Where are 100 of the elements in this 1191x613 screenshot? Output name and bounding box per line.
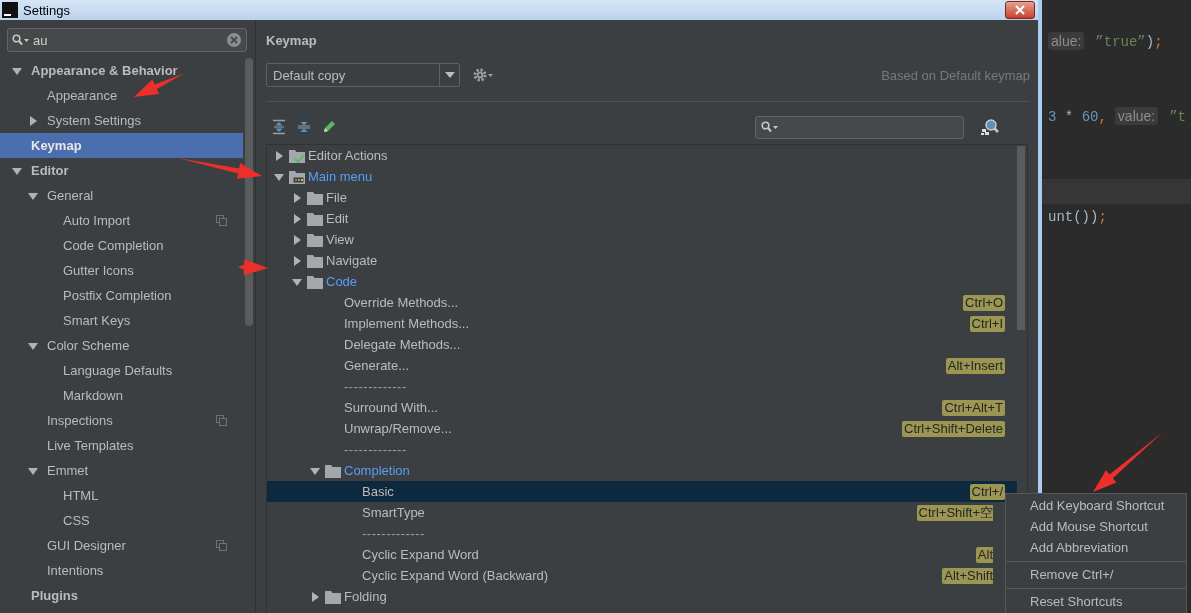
- sidebar-item[interactable]: Smart Keys: [0, 308, 243, 333]
- expanded-arrow-icon[interactable]: [28, 190, 38, 201]
- close-button[interactable]: [1005, 1, 1035, 19]
- keymap-tree-row[interactable]: Implement Methods... Ctrl+I: [267, 313, 1017, 334]
- keymap-tree-row[interactable]: Override Methods... Ctrl+O: [267, 292, 1017, 313]
- sidebar-item[interactable]: Code Completion: [0, 233, 243, 258]
- sidebar-item[interactable]: Live Templates: [0, 433, 243, 458]
- action-label: Override Methods...: [344, 295, 460, 310]
- action-label: Editor Actions: [308, 148, 389, 163]
- folder-icon: [325, 589, 341, 604]
- action-label: Main menu: [308, 169, 374, 184]
- sidebar-item[interactable]: Keymap: [0, 133, 243, 158]
- shortcut-badge: Alt+Shift: [942, 567, 993, 584]
- based-on-text: Based on Default keymap: [881, 67, 1030, 83]
- collapsed-arrow-icon[interactable]: [292, 234, 302, 245]
- sidebar-label: Gutter Icons: [63, 263, 134, 278]
- keymap-tree-row[interactable]: View: [267, 229, 1017, 250]
- keymap-tree-row[interactable]: -------------: [267, 439, 1017, 460]
- sidebar-item[interactable]: Appearance & Behavior: [0, 58, 243, 83]
- sidebar-item[interactable]: Editor: [0, 158, 243, 183]
- keymap-tree-row[interactable]: File: [267, 187, 1017, 208]
- sidebar-item[interactable]: Postfix Completion: [0, 283, 243, 308]
- action-label: File: [326, 190, 348, 205]
- action-label: Completion: [344, 463, 411, 478]
- sidebar-item[interactable]: CSS: [0, 508, 243, 533]
- expanded-arrow-icon[interactable]: [292, 276, 302, 287]
- keymap-tree-row[interactable]: Navigate: [267, 250, 1017, 271]
- menu-folder-icon: [289, 169, 305, 184]
- keymap-tree-row[interactable]: Unwrap/Remove... Ctrl+Shift+Delete: [267, 418, 1017, 439]
- keymap-tree-row[interactable]: Generate... Alt+Insert: [267, 355, 1017, 376]
- keymap-tree-row[interactable]: Editor Actions: [267, 145, 1017, 166]
- sidebar-label: GUI Designer: [47, 538, 126, 553]
- sidebar-item[interactable]: System Settings: [0, 108, 243, 133]
- expanded-arrow-icon[interactable]: [28, 465, 38, 476]
- keymap-tree-row[interactable]: Basic Ctrl+/: [267, 481, 1017, 502]
- code-line: alue: ”true”);: [1042, 33, 1163, 50]
- sidebar-item[interactable]: Markdown: [0, 383, 243, 408]
- search-field[interactable]: au: [7, 28, 247, 52]
- settings-icon[interactable]: [472, 67, 494, 83]
- expanded-arrow-icon[interactable]: [274, 171, 284, 182]
- sidebar-item[interactable]: Appearance: [0, 83, 243, 108]
- folder-icon: [307, 232, 323, 247]
- keymap-tree-row[interactable]: Surround With... Ctrl+Alt+T: [267, 397, 1017, 418]
- expand-all-icon[interactable]: [271, 119, 287, 135]
- expanded-arrow-icon[interactable]: [12, 65, 22, 76]
- annotation-arrow: [238, 259, 268, 276]
- separator-text: -------------: [362, 526, 426, 541]
- sidebar-item[interactable]: Emmet: [0, 458, 243, 483]
- folder-icon: [325, 463, 341, 478]
- shortcut-badge: Alt+Insert: [945, 357, 1005, 374]
- collapsed-arrow-icon[interactable]: [292, 255, 302, 266]
- sidebar-item[interactable]: Intentions: [0, 558, 243, 583]
- action-label: Folding: [344, 589, 388, 604]
- sidebar-label: General: [47, 188, 94, 203]
- expanded-arrow-icon[interactable]: [12, 165, 22, 176]
- keymap-tree-row[interactable]: Edit: [267, 208, 1017, 229]
- sidebar-label: Markdown: [63, 388, 123, 403]
- sidebar-label: Postfix Completion: [63, 288, 172, 303]
- sidebar-item[interactable]: Plugins: [0, 583, 243, 608]
- sidebar-item[interactable]: Auto Import: [0, 208, 243, 233]
- sidebar-label: Emmet: [47, 463, 89, 478]
- expanded-arrow-icon[interactable]: [28, 340, 38, 351]
- sidebar-label: Editor: [31, 163, 69, 178]
- sidebar-label: Appearance: [47, 88, 118, 103]
- collapse-all-icon[interactable]: [296, 119, 312, 135]
- keymap-tree-row[interactable]: Delegate Methods...: [267, 334, 1017, 355]
- collapsed-arrow-icon[interactable]: [310, 591, 320, 602]
- collapsed-arrow-icon[interactable]: [292, 213, 302, 224]
- keymap-tree-row[interactable]: Main menu: [267, 166, 1017, 187]
- scrollbar[interactable]: [1017, 146, 1025, 330]
- folder-icon: [307, 274, 323, 289]
- shortcut-badge: Alt: [975, 546, 993, 563]
- collapsed-arrow-icon[interactable]: [28, 115, 38, 126]
- collapsed-arrow-icon[interactable]: [292, 192, 302, 203]
- action-label: Generate...: [344, 358, 411, 373]
- shortcut-badge: Ctrl+Shift+空: [916, 504, 993, 521]
- action-label: Surround With...: [344, 400, 439, 415]
- sidebar-label: System Settings: [47, 113, 141, 128]
- sidebar-item[interactable]: HTML: [0, 483, 243, 508]
- keymap-tree-row[interactable]: Code: [267, 271, 1017, 292]
- action-label: SmartType: [362, 505, 426, 520]
- sidebar-item[interactable]: Inspections: [0, 408, 243, 433]
- search-field[interactable]: [755, 115, 964, 139]
- action-label: Implement Methods...: [344, 316, 470, 331]
- sidebar-item[interactable]: Gutter Icons: [0, 258, 243, 283]
- expanded-arrow-icon[interactable]: [310, 465, 320, 476]
- pencil-icon[interactable]: [321, 119, 337, 135]
- action-label: Cyclic Expand Word: [362, 547, 480, 562]
- collapsed-arrow-icon[interactable]: [274, 150, 284, 161]
- magnifier-keys-icon[interactable]: [981, 118, 999, 136]
- sidebar-item[interactable]: General: [0, 183, 243, 208]
- keymap-tree-row[interactable]: -------------: [267, 376, 1017, 397]
- scrollbar[interactable]: [245, 58, 253, 326]
- clear-icon[interactable]: [227, 33, 241, 47]
- keymap-dropdown[interactable]: Default copy: [266, 63, 460, 87]
- sidebar-item[interactable]: Color Scheme: [0, 333, 243, 358]
- action-label: Edit: [326, 211, 350, 226]
- sidebar-item[interactable]: GUI Designer: [0, 533, 243, 558]
- sidebar-item[interactable]: Language Defaults: [0, 358, 243, 383]
- keymap-tree-row[interactable]: Completion: [267, 460, 1017, 481]
